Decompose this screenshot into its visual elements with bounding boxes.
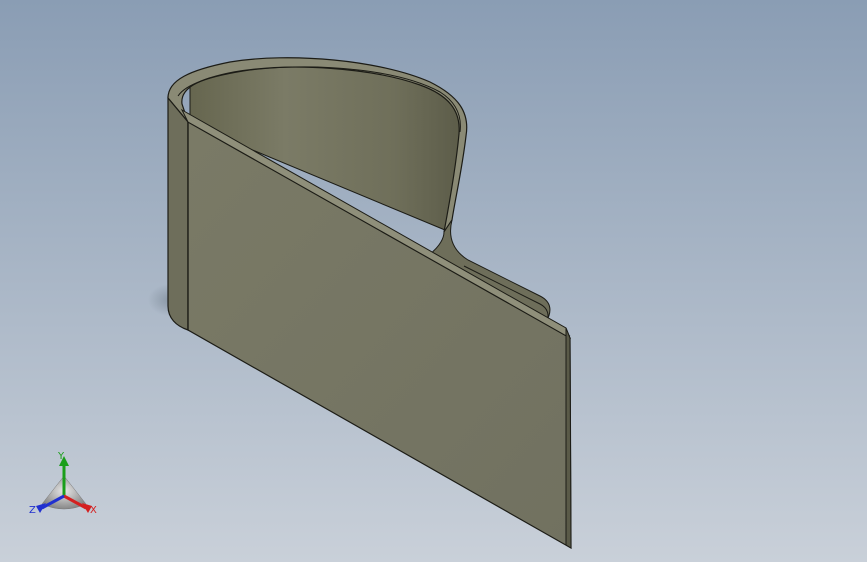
reference-triad[interactable]: Y X Z (22, 446, 106, 526)
triad-z-label: Z (29, 505, 36, 516)
part-right-edge (565, 327, 572, 549)
triad-x-label: X (90, 505, 97, 516)
part-left-edge (167, 96, 189, 331)
model-view[interactable] (0, 0, 867, 562)
graphics-viewport[interactable]: Y X Z (0, 0, 867, 562)
triad-y-label: Y (58, 451, 65, 462)
